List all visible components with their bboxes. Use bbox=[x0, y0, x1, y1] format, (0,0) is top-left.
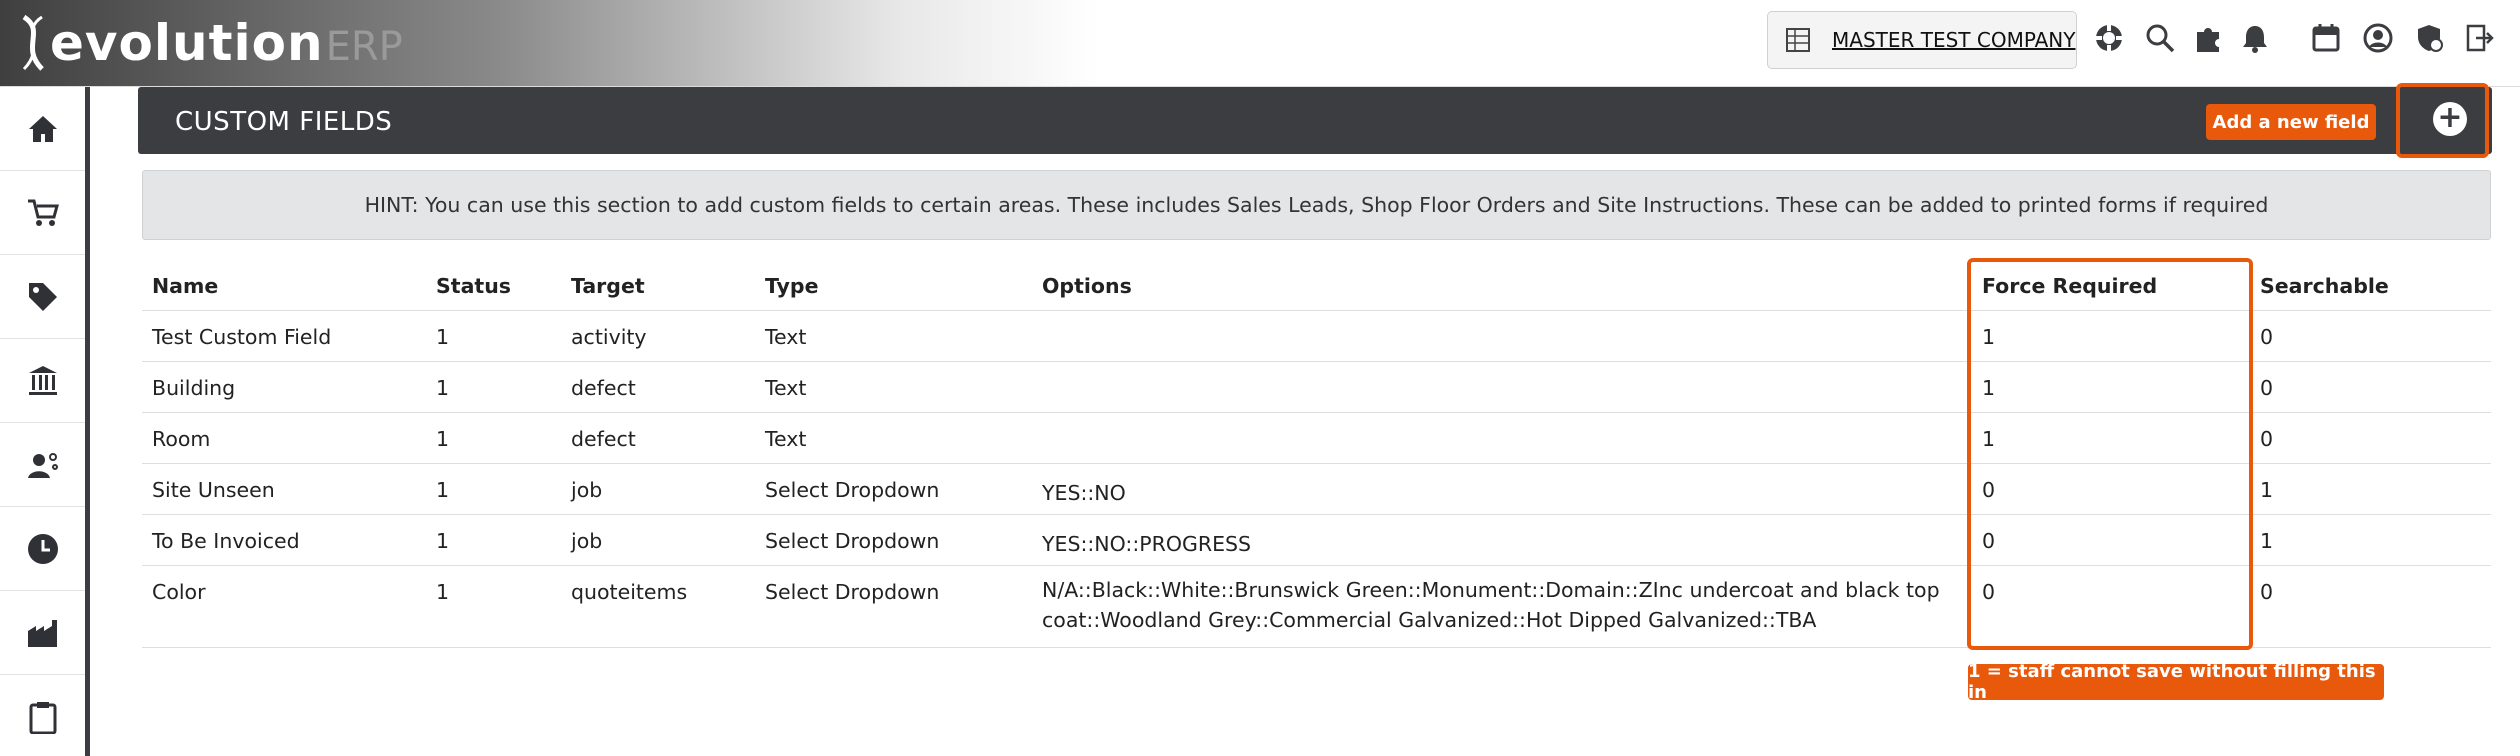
home-icon bbox=[28, 115, 57, 142]
sidebar-item-production[interactable] bbox=[0, 591, 85, 675]
cell-options: N/A::Black::White::Brunswick Green::Monu… bbox=[1042, 578, 1940, 632]
col-target[interactable]: Target bbox=[571, 274, 645, 298]
cell-status: 1 bbox=[436, 529, 450, 553]
cell-searchable: 0 bbox=[2260, 376, 2274, 400]
force-required-note: 1 = staff cannot save without filling th… bbox=[1968, 661, 2384, 703]
clipboard-icon bbox=[29, 701, 56, 734]
cell-name: Building bbox=[152, 376, 236, 400]
sidebar-item-tasks[interactable] bbox=[0, 675, 85, 756]
cell-status: 1 bbox=[436, 325, 450, 349]
sidebar-item-sales[interactable] bbox=[0, 171, 85, 255]
cell-type: Text bbox=[765, 427, 807, 451]
col-options[interactable]: Options bbox=[1042, 274, 1132, 298]
search-icon[interactable] bbox=[2144, 22, 2176, 54]
company-name[interactable]: MASTER TEST COMPANY bbox=[1832, 28, 2075, 52]
col-name[interactable]: Name bbox=[152, 274, 218, 298]
sidebar-item-pricing[interactable] bbox=[0, 255, 85, 339]
add-new-field-button[interactable]: Add a new field bbox=[2206, 104, 2376, 140]
col-searchable[interactable]: Searchable bbox=[2260, 274, 2389, 298]
add-field-plus-button[interactable]: + bbox=[2433, 102, 2467, 136]
building-icon bbox=[1786, 28, 1810, 52]
puzzle-icon[interactable] bbox=[2192, 22, 2224, 54]
cell-name: To Be Invoiced bbox=[152, 529, 300, 553]
cell-type: Text bbox=[765, 376, 807, 400]
cell-searchable: 0 bbox=[2260, 580, 2274, 604]
cell-status: 1 bbox=[436, 427, 450, 451]
cell-name: Color bbox=[152, 580, 206, 604]
user-icon[interactable] bbox=[2362, 22, 2394, 54]
tag-icon bbox=[28, 282, 57, 311]
cell-type: Select Dropdown bbox=[765, 529, 940, 553]
cell-options: YES::NO::PROGRESS bbox=[1042, 532, 1252, 556]
sidebar-item-time[interactable] bbox=[0, 507, 85, 591]
plus-icon: + bbox=[2437, 100, 2463, 135]
cell-searchable: 0 bbox=[2260, 427, 2274, 451]
sidebar-item-home[interactable] bbox=[0, 87, 85, 171]
logo-suffix: ERP bbox=[325, 24, 403, 70]
cell-type: Select Dropdown bbox=[765, 478, 940, 502]
cart-icon bbox=[27, 199, 59, 226]
cell-status: 1 bbox=[436, 376, 450, 400]
logo[interactable]: evolution ERP bbox=[16, 10, 403, 76]
col-status[interactable]: Status bbox=[436, 274, 511, 298]
cell-type: Text bbox=[765, 325, 807, 349]
hint-box: HINT: You can use this section to add cu… bbox=[142, 170, 2491, 240]
cell-searchable: 1 bbox=[2260, 529, 2274, 553]
calendar-icon[interactable] bbox=[2310, 22, 2342, 54]
sidebar bbox=[0, 87, 90, 756]
cell-status: 1 bbox=[436, 478, 450, 502]
logout-icon[interactable] bbox=[2464, 22, 2496, 54]
lifebuoy-icon[interactable] bbox=[2093, 22, 2125, 54]
company-selector[interactable]: MASTER TEST COMPANY bbox=[1767, 11, 2077, 69]
sidebar-item-staff[interactable] bbox=[0, 423, 85, 507]
cell-target: activity bbox=[571, 325, 647, 349]
page-title: CUSTOM FIELDS bbox=[175, 107, 393, 137]
factory-icon bbox=[27, 619, 57, 647]
cell-target: job bbox=[571, 478, 603, 502]
bank-icon bbox=[28, 365, 57, 395]
cell-target: defect bbox=[571, 376, 636, 400]
cell-status: 1 bbox=[436, 580, 450, 604]
cell-target: quoteitems bbox=[571, 580, 688, 604]
cell-options: YES::NO bbox=[1042, 481, 1126, 505]
cell-name: Site Unseen bbox=[152, 478, 275, 502]
logo-text: evolution bbox=[50, 14, 324, 72]
col-type[interactable]: Type bbox=[765, 274, 819, 298]
dna-icon bbox=[22, 14, 44, 71]
cell-searchable: 0 bbox=[2260, 325, 2274, 349]
page-header: CUSTOM FIELDS Add a new field bbox=[138, 87, 2492, 154]
worker-icon bbox=[27, 452, 58, 478]
cell-type: Select Dropdown bbox=[765, 580, 940, 604]
force-required-highlight bbox=[1967, 258, 2253, 650]
clock-icon bbox=[27, 533, 58, 564]
cell-name: Test Custom Field bbox=[152, 325, 332, 349]
bell-icon[interactable] bbox=[2239, 22, 2271, 54]
cell-target: defect bbox=[571, 427, 636, 451]
cell-searchable: 1 bbox=[2260, 478, 2274, 502]
cell-name: Room bbox=[152, 427, 211, 451]
sidebar-item-finance[interactable] bbox=[0, 339, 85, 423]
top-bar: evolution ERP MASTER TEST COMPANY bbox=[0, 0, 2520, 87]
shield-icon[interactable] bbox=[2413, 22, 2445, 54]
cell-target: job bbox=[571, 529, 603, 553]
